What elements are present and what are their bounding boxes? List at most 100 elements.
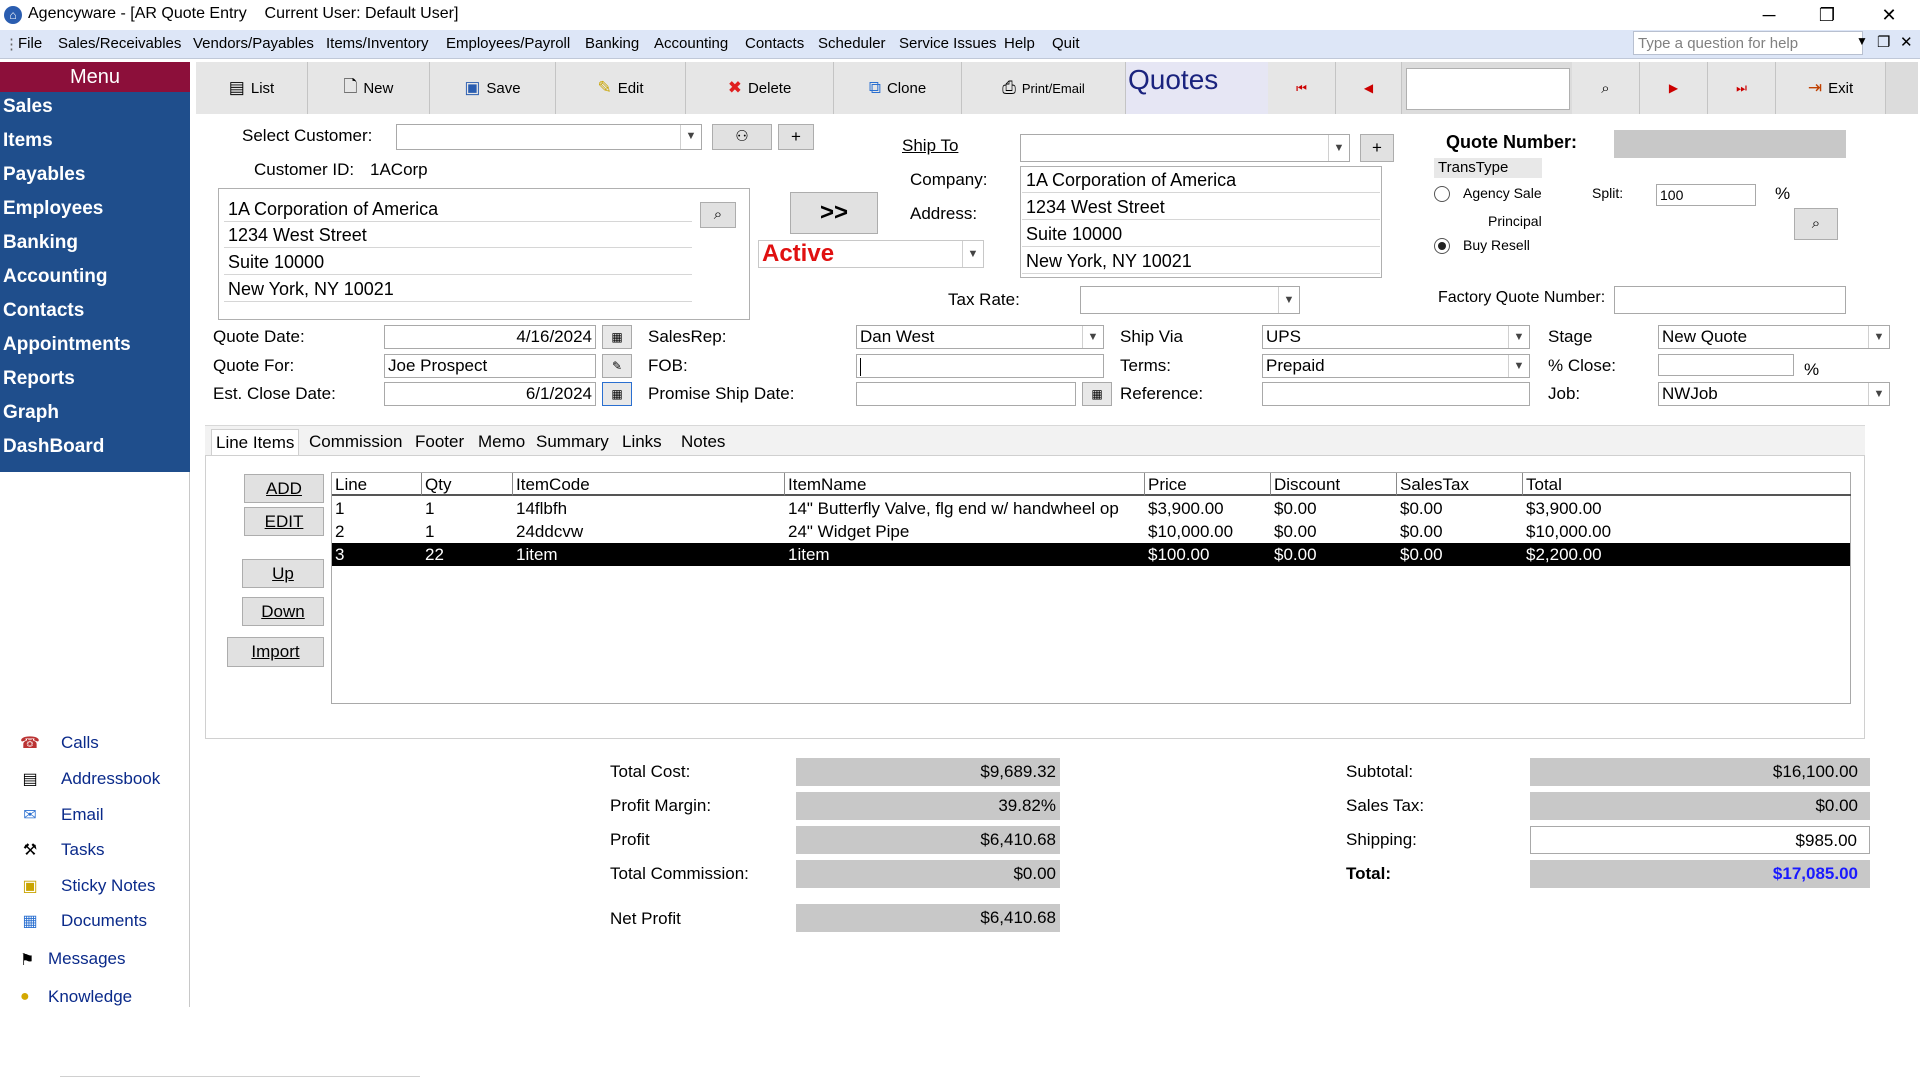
- col-header-itemcode[interactable]: ItemCode: [513, 473, 785, 496]
- col-header-salestax[interactable]: SalesTax: [1397, 473, 1523, 496]
- sidebar-item-accounting[interactable]: Accounting: [3, 266, 108, 288]
- tool-calls[interactable]: ☎ Calls: [20, 730, 190, 758]
- col-header-line[interactable]: Line: [332, 473, 422, 496]
- menu-accounting[interactable]: Accounting: [654, 35, 728, 52]
- salesrep-dropdown[interactable]: Dan West ▼: [856, 325, 1104, 349]
- menu-quit[interactable]: Quit: [1052, 35, 1080, 52]
- factory-quote-input[interactable]: [1614, 286, 1846, 314]
- mdi-close-icon[interactable]: ✕: [1900, 33, 1913, 51]
- menu-help[interactable]: Help: [1004, 35, 1035, 52]
- next-record-button[interactable]: ▶: [1640, 62, 1708, 114]
- sidebar-item-reports[interactable]: Reports: [3, 368, 75, 390]
- select-customer-dropdown[interactable]: ▼: [396, 124, 702, 150]
- col-header-itemname[interactable]: ItemName: [785, 473, 1145, 496]
- sidebar-item-items[interactable]: Items: [3, 130, 53, 152]
- record-search-input[interactable]: [1406, 68, 1570, 110]
- fob-input[interactable]: [856, 354, 1104, 378]
- close-date-input[interactable]: 6/1/2024: [384, 382, 596, 406]
- tab-commission[interactable]: Commission: [305, 429, 407, 455]
- customer-lookup-button[interactable]: ⌕: [700, 202, 736, 228]
- add-line-button[interactable]: ADD: [244, 474, 324, 503]
- maximize-button[interactable]: ❐: [1800, 0, 1854, 30]
- stage-dropdown[interactable]: New Quote ▼: [1658, 325, 1890, 349]
- delete-button[interactable]: ✖ Delete: [686, 62, 834, 114]
- first-record-button[interactable]: ⏮: [1268, 62, 1336, 114]
- terms-dropdown[interactable]: Prepaid ▼: [1262, 354, 1530, 378]
- minimize-button[interactable]: ─: [1742, 0, 1796, 30]
- sidebar-item-appointments[interactable]: Appointments: [3, 334, 131, 356]
- menu-scheduler[interactable]: Scheduler: [818, 35, 886, 52]
- menu-items-inventory[interactable]: Items/Inventory: [326, 35, 429, 52]
- buy-resell-radio[interactable]: [1434, 238, 1450, 254]
- table-row-selected[interactable]: 3 22 1item 1item $100.00 $0.00 $0.00 $2,…: [332, 543, 1850, 566]
- reference-input[interactable]: [1262, 382, 1530, 406]
- pct-close-input[interactable]: [1658, 354, 1794, 376]
- sidebar-item-payables[interactable]: Payables: [3, 164, 85, 186]
- new-button[interactable]: 🗋 New: [308, 62, 430, 114]
- col-header-discount[interactable]: Discount: [1271, 473, 1397, 496]
- copy-address-button[interactable]: >>: [790, 192, 878, 234]
- tab-line-items[interactable]: Line Items: [211, 429, 300, 456]
- split-input[interactable]: 100: [1656, 184, 1756, 206]
- col-header-price[interactable]: Price: [1145, 473, 1271, 496]
- agency-sale-radio[interactable]: [1434, 186, 1450, 202]
- tool-documents[interactable]: ▦ Documents: [20, 908, 190, 936]
- clone-button[interactable]: ⧉ Clone: [834, 62, 962, 114]
- menu-vendors-payables[interactable]: Vendors/Payables: [193, 35, 314, 52]
- menu-sales-receivables[interactable]: Sales/Receivables: [58, 35, 181, 52]
- sidebar-item-sales[interactable]: Sales: [3, 96, 53, 118]
- sidebar-item-banking[interactable]: Banking: [3, 232, 78, 254]
- shipping-input[interactable]: $985.00: [1530, 826, 1870, 854]
- quote-date-calendar-button[interactable]: ▦: [602, 325, 632, 349]
- previous-record-button[interactable]: ◀: [1336, 62, 1402, 114]
- mdi-restore-icon[interactable]: ❐: [1877, 33, 1890, 51]
- tab-links[interactable]: Links: [618, 429, 666, 455]
- promise-date-calendar-button[interactable]: ▦: [1082, 382, 1112, 406]
- close-date-calendar-button[interactable]: ▦: [602, 382, 632, 406]
- print-email-button[interactable]: ⎙ Print/Email: [962, 62, 1126, 114]
- save-button[interactable]: ▣ Save: [430, 62, 556, 114]
- principal-lookup-button[interactable]: ⌕: [1794, 208, 1838, 240]
- job-dropdown[interactable]: NWJob ▼: [1658, 382, 1890, 406]
- tab-notes[interactable]: Notes: [677, 429, 729, 455]
- tool-knowledge[interactable]: ● Knowledge: [20, 984, 190, 1012]
- tool-email[interactable]: ✉ Email: [20, 802, 190, 830]
- quote-for-input[interactable]: Joe Prospect: [384, 354, 596, 378]
- ship-to-link[interactable]: Ship To: [902, 136, 958, 156]
- record-search-button[interactable]: ⌕: [1572, 62, 1640, 114]
- status-dropdown[interactable]: Active ▼: [758, 240, 984, 268]
- tab-summary[interactable]: Summary: [532, 429, 613, 455]
- tool-tasks[interactable]: ⚒ Tasks: [20, 837, 190, 865]
- exit-button[interactable]: ⇥ Exit: [1776, 62, 1886, 114]
- edit-button[interactable]: ✎ Edit: [556, 62, 686, 114]
- sidebar-item-employees[interactable]: Employees: [3, 198, 103, 220]
- promise-ship-date-input[interactable]: [856, 382, 1076, 406]
- list-button[interactable]: ▤ List: [196, 62, 308, 114]
- ship-via-dropdown[interactable]: UPS ▼: [1262, 325, 1530, 349]
- menu-banking[interactable]: Banking: [585, 35, 639, 52]
- tax-rate-dropdown[interactable]: ▼: [1080, 286, 1300, 314]
- sidebar-item-graph[interactable]: Graph: [3, 402, 59, 424]
- help-dropdown-icon[interactable]: ▼: [1856, 34, 1868, 48]
- add-ship-to-button[interactable]: +: [1360, 134, 1394, 162]
- col-header-total[interactable]: Total: [1523, 473, 1851, 496]
- move-down-button[interactable]: Down: [242, 597, 324, 626]
- sidebar-item-dashboard[interactable]: DashBoard: [3, 436, 104, 458]
- table-row[interactable]: 2 1 24ddcvw 24" Widget Pipe $10,000.00 $…: [332, 520, 1850, 543]
- last-record-button[interactable]: ⏭: [1708, 62, 1776, 114]
- help-search-input[interactable]: Type a question for help: [1633, 31, 1863, 55]
- import-lines-button[interactable]: Import: [227, 637, 324, 667]
- tab-footer[interactable]: Footer: [411, 429, 468, 455]
- col-header-qty[interactable]: Qty: [422, 473, 513, 496]
- tool-addressbook[interactable]: ▤ Addressbook: [20, 766, 190, 794]
- tool-messages[interactable]: ⚑ Messages: [20, 946, 190, 974]
- close-window-button[interactable]: ✕: [1862, 0, 1916, 30]
- move-up-button[interactable]: Up: [242, 559, 324, 588]
- find-customer-button[interactable]: ⚇: [712, 124, 772, 150]
- tool-sticky-notes[interactable]: ▣ Sticky Notes: [20, 873, 190, 901]
- add-customer-button[interactable]: +: [778, 124, 814, 150]
- edit-line-button[interactable]: EDIT: [244, 507, 324, 536]
- ship-to-dropdown[interactable]: ▼: [1020, 134, 1350, 162]
- line-items-grid[interactable]: Line Qty ItemCode ItemName Price Discoun…: [331, 472, 1851, 704]
- menu-service-issues[interactable]: Service Issues: [899, 35, 997, 52]
